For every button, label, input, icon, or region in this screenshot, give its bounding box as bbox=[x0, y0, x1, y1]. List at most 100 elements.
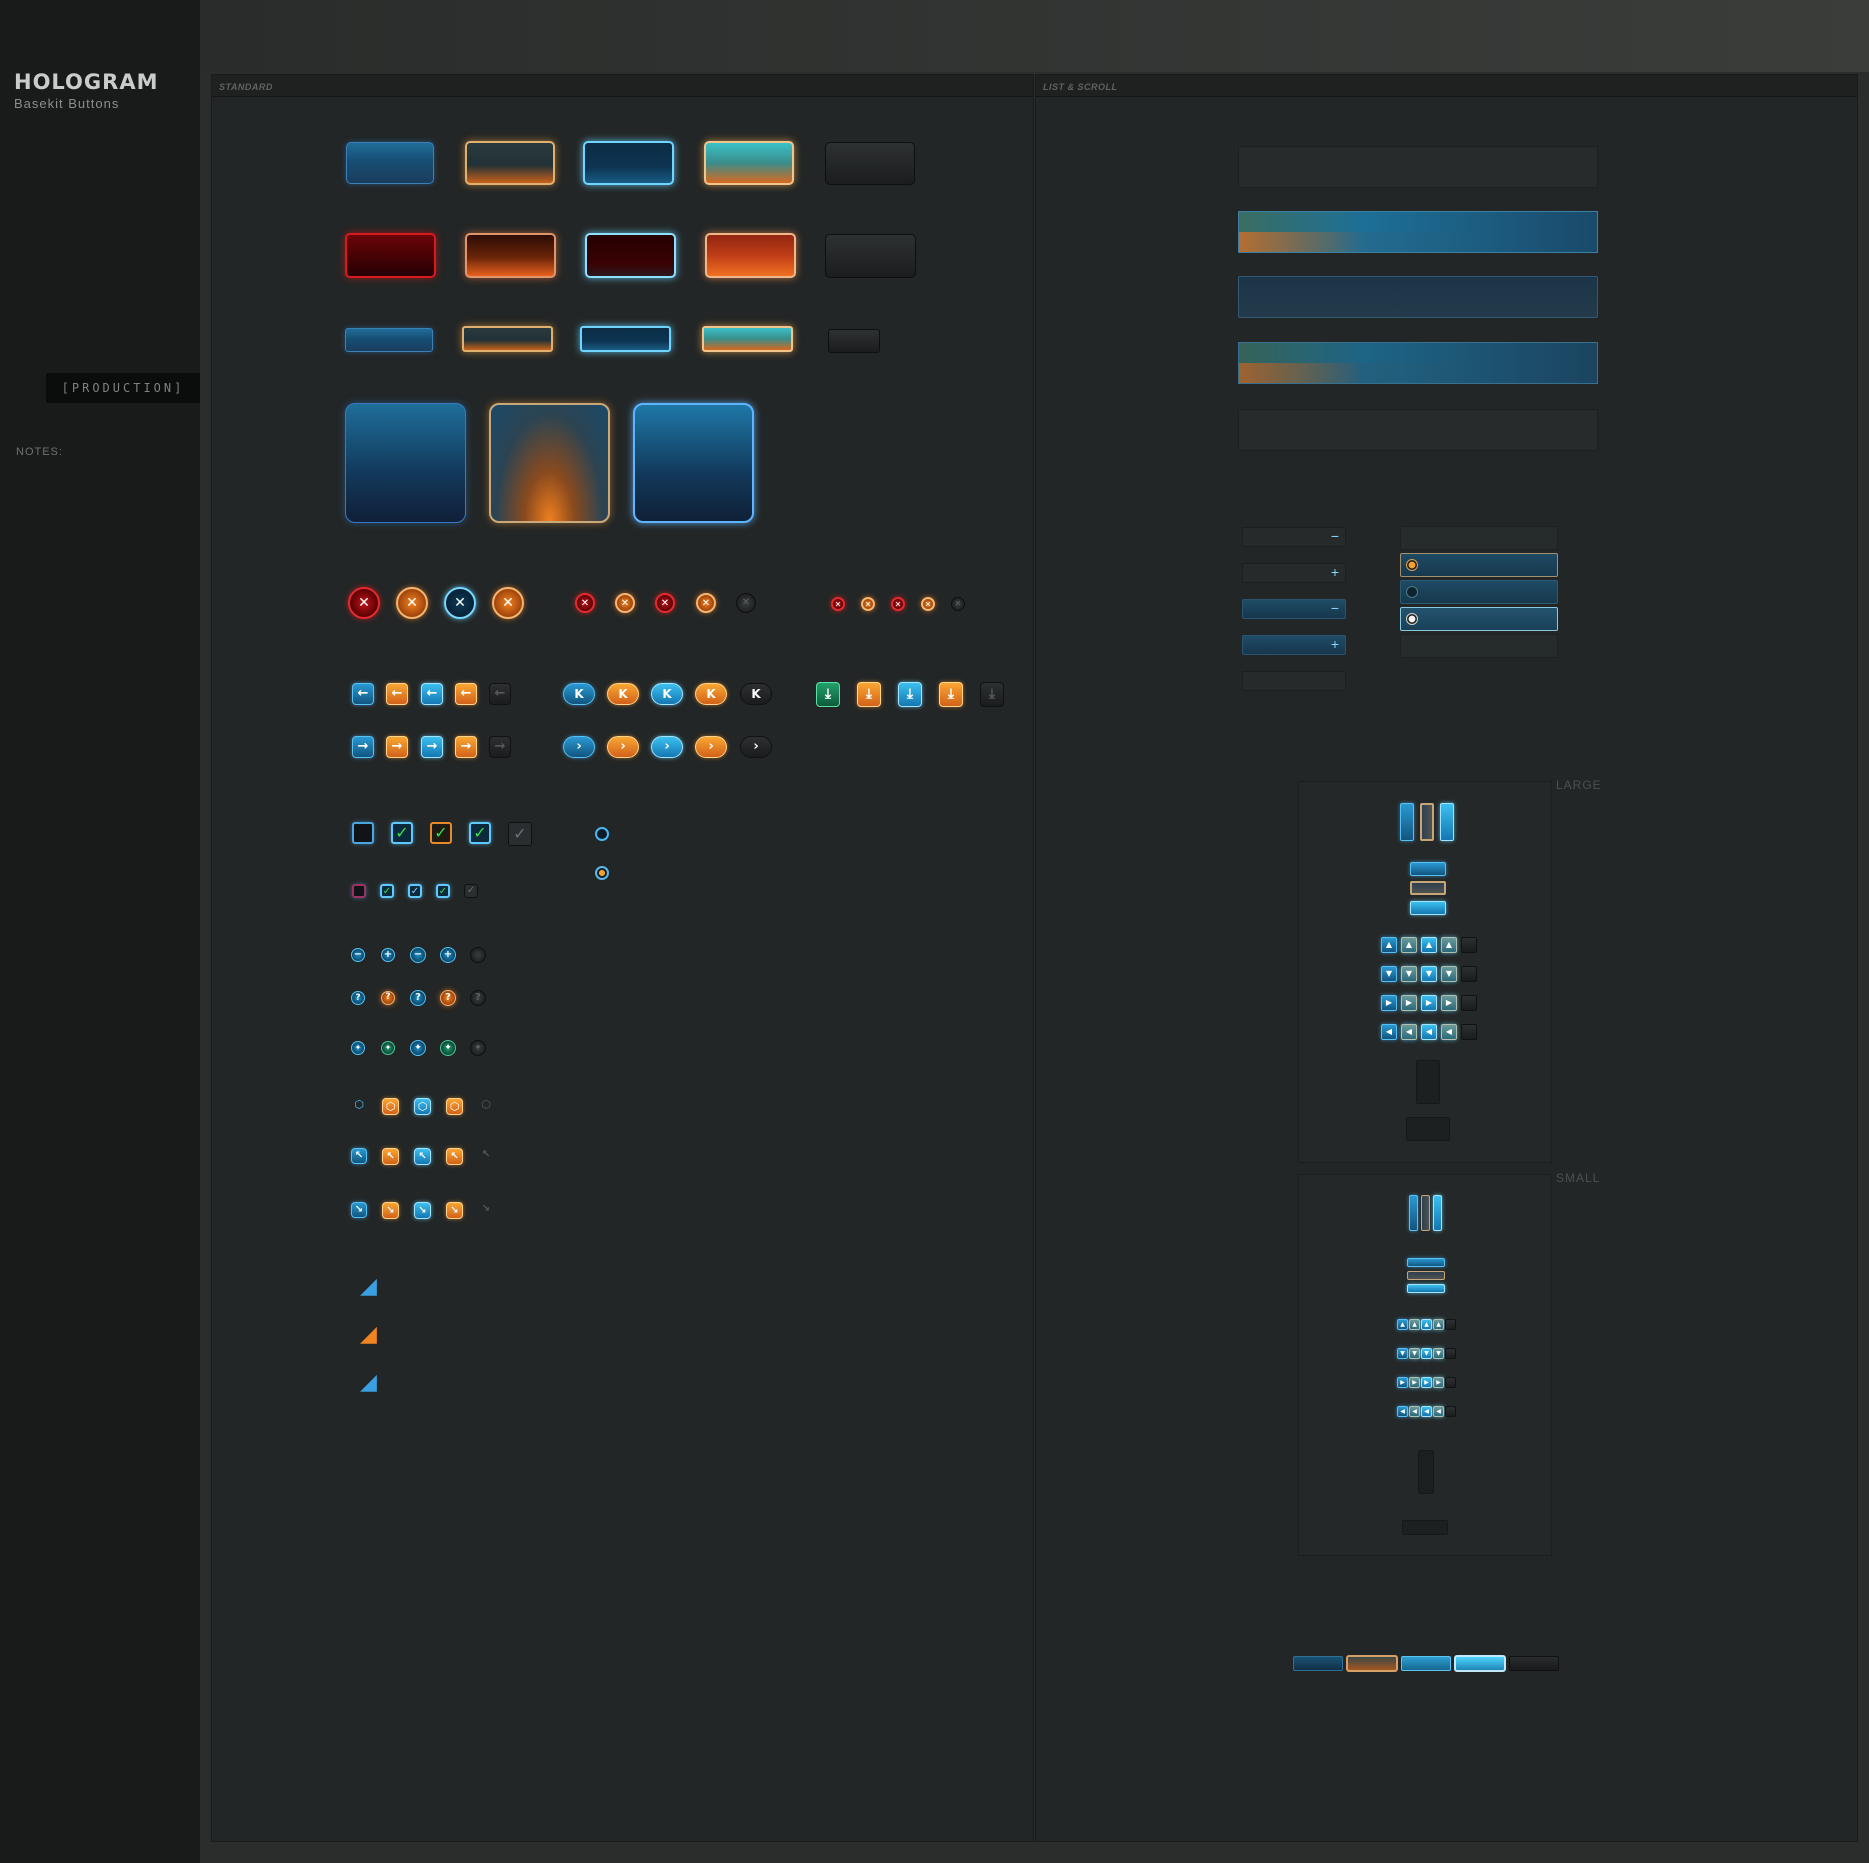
arrow-left-icon[interactable]: ◀ bbox=[1421, 1406, 1432, 1417]
plus-icon[interactable]: + bbox=[381, 948, 395, 962]
close-icon[interactable]: ✕ bbox=[951, 597, 965, 611]
checkbox-small-disabled[interactable]: ✓ bbox=[464, 884, 478, 898]
pin-icon[interactable]: ✦ bbox=[470, 1040, 486, 1056]
radio-list-row[interactable] bbox=[1400, 580, 1558, 604]
arrow-downright-icon[interactable]: ↘ bbox=[414, 1202, 431, 1219]
download-icon[interactable]: ⤓ bbox=[857, 682, 881, 707]
arrow-upleft-icon[interactable]: ↖ bbox=[414, 1148, 431, 1165]
scroll-thumb-horizontal-active[interactable] bbox=[1407, 1284, 1445, 1293]
arrow-left-icon[interactable]: ← bbox=[489, 683, 511, 705]
arrow-left-icon[interactable]: ← bbox=[352, 683, 374, 705]
skip-forward-icon[interactable]: › bbox=[740, 736, 772, 758]
radio-checked[interactable] bbox=[1406, 613, 1418, 625]
arrow-right-icon[interactable]: → bbox=[489, 736, 511, 758]
download-icon[interactable]: ⤓ bbox=[939, 682, 963, 707]
radio-unchecked[interactable] bbox=[595, 827, 609, 841]
skip-back-icon[interactable]: K bbox=[740, 683, 772, 705]
scroll-thumb-horizontal-hover[interactable] bbox=[1407, 1271, 1445, 1280]
arrow-up-icon[interactable]: ▲ bbox=[1409, 1319, 1420, 1330]
button-slim-blue[interactable] bbox=[345, 328, 433, 352]
help-icon[interactable]: ? bbox=[381, 991, 395, 1005]
skip-back-icon[interactable]: K bbox=[563, 683, 595, 705]
minus-icon[interactable]: − bbox=[410, 947, 426, 963]
arrow-right-icon[interactable]: ▶ bbox=[1433, 1377, 1444, 1388]
arrow-right-icon[interactable]: ▶ bbox=[1421, 995, 1437, 1011]
checkbox-checked[interactable]: ✓ bbox=[469, 822, 491, 844]
expand-row[interactable] bbox=[1242, 671, 1346, 691]
arrow-right-icon[interactable]: ▶ bbox=[1401, 995, 1417, 1011]
list-row-hover[interactable] bbox=[1238, 276, 1598, 318]
close-icon[interactable]: ✕ bbox=[348, 587, 380, 619]
arrow-downright-icon[interactable]: ↘ bbox=[382, 1202, 399, 1219]
pin-icon[interactable]: ✦ bbox=[440, 1040, 456, 1056]
hex-icon[interactable]: ⬡ bbox=[478, 1098, 494, 1114]
scroll-track-vertical[interactable] bbox=[1418, 1450, 1434, 1494]
arrow-upleft-icon[interactable]: ↖ bbox=[446, 1148, 463, 1165]
button-slim-focus[interactable] bbox=[580, 326, 671, 352]
scroll-track-horizontal[interactable] bbox=[1406, 1117, 1450, 1141]
resize-grip-icon[interactable]: ◢ bbox=[360, 1322, 384, 1346]
close-icon[interactable]: ✕ bbox=[444, 587, 476, 619]
radio-list-row-selected[interactable] bbox=[1400, 607, 1558, 631]
close-icon[interactable]: ✕ bbox=[492, 587, 524, 619]
scroll-thumb-vertical[interactable] bbox=[1400, 803, 1414, 841]
arrow-right-icon[interactable]: ▶ bbox=[1397, 1377, 1408, 1388]
scroll-thumb-vertical-active[interactable] bbox=[1440, 803, 1454, 841]
button-slim-disabled[interactable] bbox=[828, 329, 880, 353]
arrow-down-icon[interactable]: ▼ bbox=[1421, 1348, 1432, 1359]
arrow-left-icon[interactable]: ◀ bbox=[1433, 1406, 1444, 1417]
arrow-left-icon[interactable]: ◀ bbox=[1421, 1024, 1437, 1040]
hex-icon[interactable]: ⬡ bbox=[351, 1098, 367, 1114]
plus-icon[interactable]: + bbox=[440, 947, 456, 963]
arrow-down-icon[interactable]: ▼ bbox=[1381, 966, 1397, 982]
help-icon[interactable]: ? bbox=[410, 990, 426, 1006]
pin-icon[interactable]: ✦ bbox=[381, 1041, 395, 1055]
arrow-up-icon[interactable]: ▲ bbox=[1441, 937, 1457, 953]
button-disabled[interactable] bbox=[825, 142, 915, 185]
list-row[interactable] bbox=[1238, 409, 1598, 451]
segment-focus[interactable] bbox=[1454, 1655, 1506, 1672]
arrow-up-icon[interactable]: ▲ bbox=[1381, 937, 1397, 953]
button-red-focus[interactable] bbox=[585, 233, 676, 278]
download-icon[interactable]: ⤓ bbox=[980, 682, 1004, 707]
arrow-left-icon[interactable]: ◀ bbox=[1409, 1406, 1420, 1417]
segment-disabled[interactable] bbox=[1509, 1656, 1559, 1671]
help-icon[interactable]: ? bbox=[470, 990, 486, 1006]
expand-row[interactable]: + bbox=[1242, 563, 1346, 583]
arrow-right-icon[interactable]: ▶ bbox=[1441, 995, 1457, 1011]
arrow-down-icon[interactable]: ▼ bbox=[1441, 966, 1457, 982]
arrow-right-icon[interactable]: ▶ bbox=[1381, 995, 1397, 1011]
close-icon[interactable]: ✕ bbox=[861, 597, 875, 611]
arrow-left-icon[interactable] bbox=[1445, 1406, 1456, 1417]
expand-row[interactable]: − bbox=[1242, 599, 1346, 619]
arrow-up-icon[interactable]: ▲ bbox=[1421, 937, 1437, 953]
segment-active[interactable] bbox=[1401, 1656, 1451, 1671]
arrow-down-icon[interactable]: ▼ bbox=[1397, 1348, 1408, 1359]
segment-normal[interactable] bbox=[1293, 1656, 1343, 1671]
arrow-left-icon[interactable]: ← bbox=[386, 683, 408, 705]
checkbox-checked[interactable]: ✓ bbox=[430, 822, 452, 844]
skip-forward-icon[interactable]: › bbox=[695, 736, 727, 758]
list-row[interactable] bbox=[1238, 146, 1598, 188]
scroll-thumb-horizontal[interactable] bbox=[1410, 862, 1446, 876]
arrow-up-icon[interactable]: ▲ bbox=[1421, 1319, 1432, 1330]
arrow-left-icon[interactable]: ◀ bbox=[1441, 1024, 1457, 1040]
arrow-upleft-icon[interactable]: ↖ bbox=[351, 1148, 367, 1164]
checkbox-disabled[interactable]: ✓ bbox=[508, 822, 532, 846]
pin-icon[interactable]: ✦ bbox=[351, 1041, 365, 1055]
close-icon[interactable]: ✕ bbox=[396, 587, 428, 619]
arrow-right-icon[interactable]: → bbox=[386, 736, 408, 758]
close-icon[interactable]: ✕ bbox=[655, 593, 675, 613]
segment-hover[interactable] bbox=[1346, 1655, 1398, 1672]
close-icon[interactable]: ✕ bbox=[891, 597, 905, 611]
checkbox-checked[interactable]: ✓ bbox=[391, 822, 413, 844]
skip-back-icon[interactable]: K bbox=[607, 683, 639, 705]
resize-grip-icon[interactable]: ◢ bbox=[360, 1274, 384, 1298]
button-slim-teal[interactable] bbox=[702, 326, 793, 352]
expand-row[interactable]: − bbox=[1242, 527, 1346, 547]
button-red-normal[interactable] bbox=[345, 233, 436, 278]
checkbox-small-checked[interactable]: ✓ bbox=[436, 884, 450, 898]
checkbox-small-unchecked[interactable] bbox=[352, 884, 366, 898]
arrow-down-icon[interactable]: ▼ bbox=[1433, 1348, 1444, 1359]
arrow-up-icon[interactable] bbox=[1445, 1319, 1456, 1330]
